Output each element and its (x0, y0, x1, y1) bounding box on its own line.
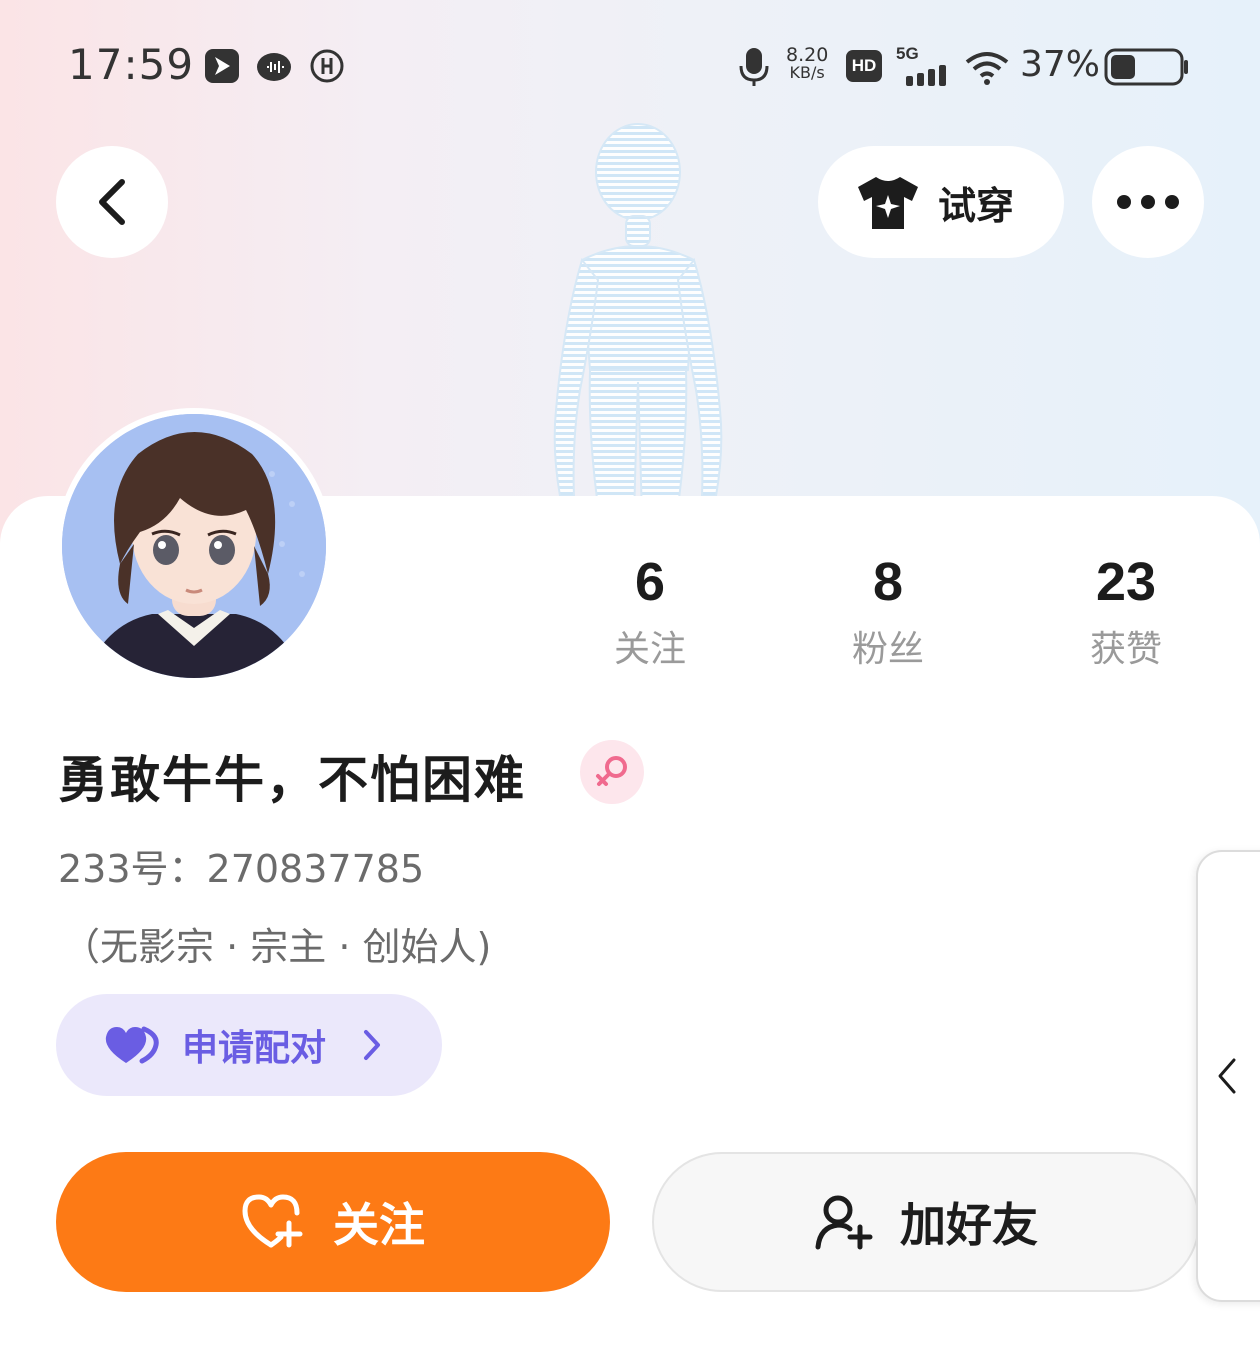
chevron-right-icon (364, 1030, 381, 1060)
apply-pair-label: 申请配对 (182, 1028, 327, 1069)
hd-badge-text: HD (851, 56, 877, 75)
chevron-left-icon (1218, 1058, 1236, 1094)
try-on-button[interactable]: 试穿 (818, 146, 1064, 258)
battery-percent: 37% (1020, 44, 1101, 85)
stat-label: 获赞 (1089, 629, 1162, 670)
voice-app-icon (257, 53, 291, 81)
net-speed: 8.20 KB/s (786, 46, 828, 82)
wifi-icon (965, 52, 1009, 85)
user-id: 233号：270837785 (58, 847, 425, 891)
stat-following[interactable]: 6 关注 (570, 550, 730, 672)
net-speed-unit: KB/s (789, 63, 825, 82)
user-title: （无影宗 · 宗主 · 创始人) (62, 925, 492, 969)
status-time: 17:59 (68, 40, 195, 89)
follow-label: 关注 (333, 1198, 425, 1252)
female-icon (596, 756, 627, 786)
gender-badge (580, 740, 644, 804)
follow-button[interactable]: 关注 (56, 1152, 610, 1292)
stat-label: 关注 (613, 629, 686, 670)
hd-badge: HD (846, 50, 882, 82)
anime-girl-portrait (62, 414, 326, 678)
add-friend-button[interactable]: 加好友 (652, 1152, 1200, 1292)
signal-bars-icon (906, 65, 946, 86)
add-friend-label: 加好友 (900, 1198, 1038, 1252)
stat-likes[interactable]: 23 获赞 (1046, 550, 1206, 672)
battery-icon (1104, 48, 1188, 86)
more-dots-icon (1117, 195, 1179, 209)
add-user-icon (815, 1195, 873, 1250)
stat-value: 23 (1095, 552, 1157, 612)
data-saver-icon (310, 49, 344, 83)
chevron-left-icon (99, 179, 125, 225)
avatar-3d-hologram (553, 123, 723, 520)
avatar[interactable] (56, 408, 332, 684)
username: 勇敢牛牛，不怕困难 (58, 751, 526, 809)
more-button[interactable] (1092, 146, 1204, 258)
microphone-icon (739, 48, 769, 86)
network-type: 5G (896, 44, 919, 63)
stat-value: 6 (634, 552, 666, 612)
stat-followers[interactable]: 8 粉丝 (808, 550, 968, 672)
heart-plus-icon (242, 1194, 303, 1248)
tshirt-icon (858, 177, 918, 229)
app-notification-icon (205, 49, 239, 83)
status-bar: 17:59 8.20 KB/s HD 5G 37% (0, 30, 1260, 106)
try-on-label: 试穿 (938, 183, 1015, 228)
side-drawer-handle[interactable] (1196, 850, 1260, 1302)
stat-label: 粉丝 (851, 629, 924, 670)
stat-value: 8 (872, 552, 904, 612)
apply-pair-button[interactable]: 申请配对 (56, 994, 442, 1096)
avatar-image (62, 414, 326, 678)
net-speed-value: 8.20 (786, 44, 829, 66)
heart-pair-icon (105, 1026, 159, 1064)
back-button[interactable] (56, 146, 168, 258)
